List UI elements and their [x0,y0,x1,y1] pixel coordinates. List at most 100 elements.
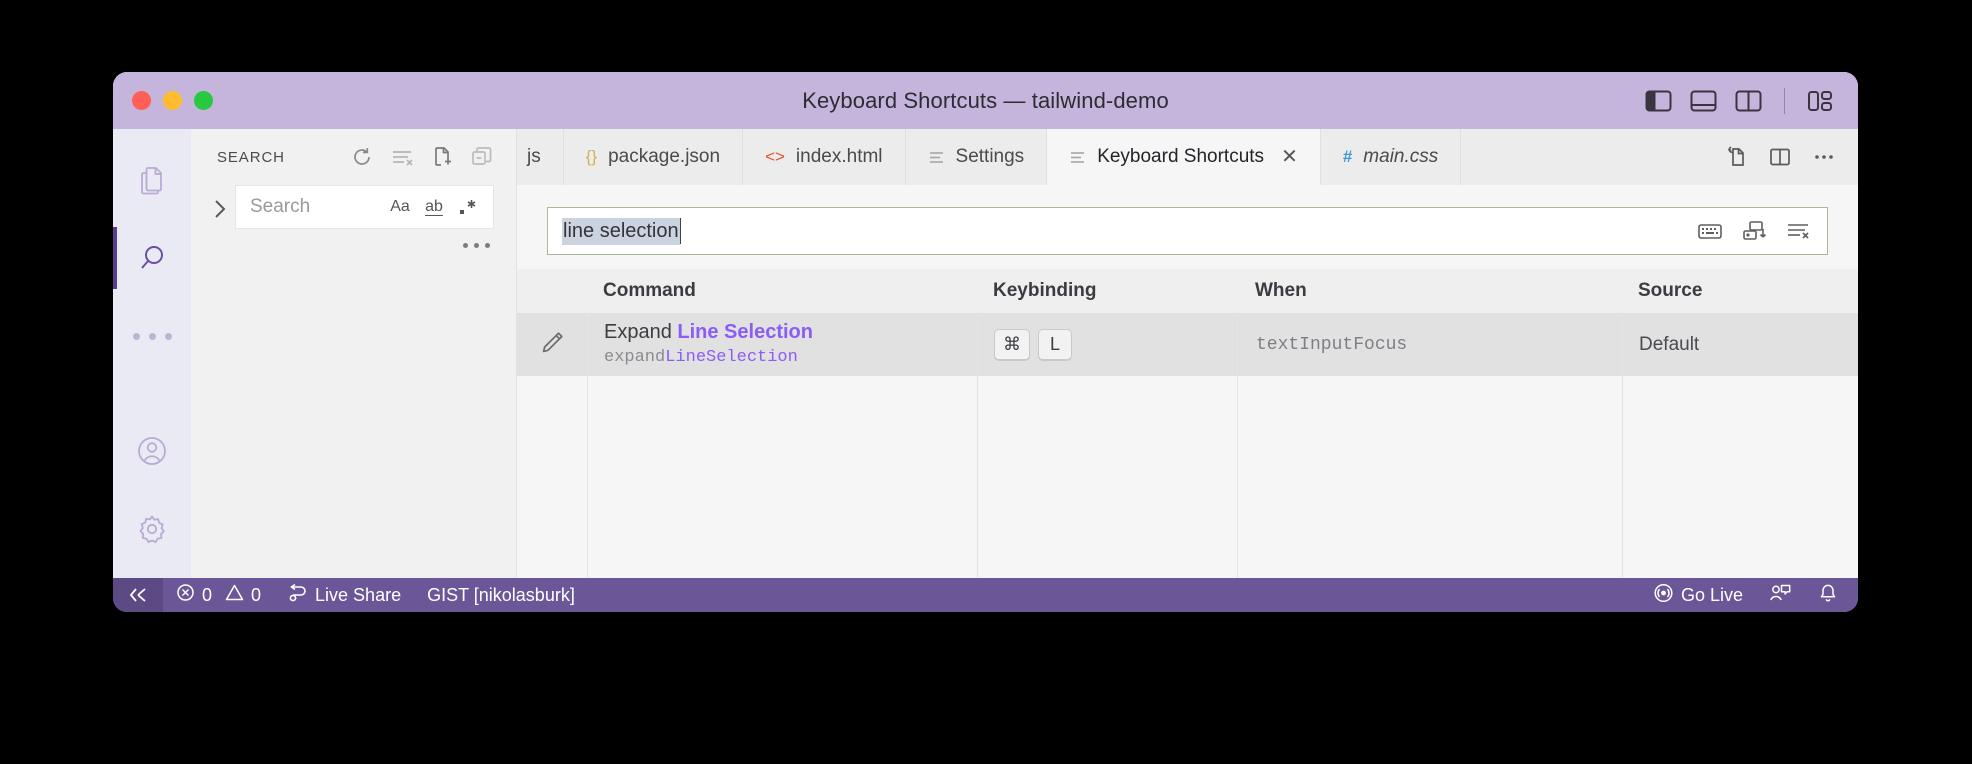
new-editor-icon[interactable] [430,145,454,169]
collapse-all-icon[interactable] [470,145,494,169]
sort-precedence-icon[interactable] [1741,219,1767,243]
toggle-search-details-icon[interactable] [205,185,235,233]
broadcast-icon [1653,583,1674,608]
clear-filter-icon[interactable] [1785,219,1811,243]
status-gist[interactable]: GIST [nikolasburk] [414,578,588,612]
editor-group: js {} package.json <> index.html Setting… [517,129,1858,578]
hide-sidebar-button[interactable] [113,578,163,612]
table-empty-area [517,376,1858,578]
tab-main-css[interactable]: # main.css [1320,129,1462,185]
search-input-placeholder: Search [250,196,311,217]
layout-controls [1645,87,1834,114]
window-title: Keyboard Shortcuts — tailwind-demo [802,87,1169,113]
keyboard-icon[interactable] [1697,219,1723,243]
command-id-match-highlight: LineSelection [665,348,798,368]
empty-gutter [517,376,587,578]
customize-layout-icon[interactable] [1807,90,1834,112]
row-gutter [517,314,587,376]
tab-label: package.json [608,146,721,167]
ellipsis-icon[interactable] [463,243,490,248]
go-live-label: Go Live [1680,584,1743,605]
close-window-button[interactable] [132,91,151,110]
sidebar-more-actions[interactable] [191,233,516,248]
activity-item-more-views[interactable] [113,297,191,375]
column-header-source[interactable]: Source [1622,280,1858,302]
css-file-icon: # [1342,147,1353,166]
cell-source: Default [1622,314,1858,376]
column-header-keybinding[interactable]: Keybinding [977,280,1237,302]
table-row[interactable]: Expand Line Selection expandLineSelectio… [517,314,1858,376]
html-file-icon: <> [765,147,785,166]
keycap-letter: L [1038,329,1072,361]
search-sidebar: SEARCH Search Aa ab [191,129,517,578]
activity-item-explorer[interactable] [113,141,191,219]
activity-item-accounts[interactable] [113,412,191,490]
clear-all-icon[interactable] [390,145,414,169]
empty-command-col [587,376,977,578]
keybindings-table: Command Keybinding When Source Expand Li… [517,269,1858,578]
tab-settings[interactable]: Settings [905,129,1048,185]
warning-count: 0 [251,584,262,605]
activity-bar [113,129,191,578]
title-bar: Keyboard Shortcuts — tailwind-demo [113,72,1858,129]
search-input[interactable]: Search Aa ab [235,185,494,229]
open-changes-icon[interactable] [1724,145,1748,169]
tab-js[interactable]: js [517,129,564,185]
files-icon [134,162,170,198]
minimize-window-button[interactable] [163,91,182,110]
status-live-share[interactable]: Live Share [274,578,414,612]
zoom-window-button[interactable] [194,91,213,110]
activity-item-manage[interactable] [113,490,191,568]
split-editor-icon[interactable] [1768,145,1792,169]
warning-icon [225,583,244,607]
status-notifications[interactable] [1805,578,1858,612]
vscode-window: Keyboard Shortcuts — tailwind-demo SEARC… [113,72,1858,612]
tab-label: Settings [955,146,1025,167]
toggle-panel-icon[interactable] [1690,90,1717,112]
tab-label: Keyboard Shortcuts [1097,146,1265,167]
keybindings-search-value: line selection [562,217,680,245]
text-caret [679,218,681,244]
tab-keyboard-shortcuts[interactable]: Keyboard Shortcuts ✕ [1047,129,1321,185]
activity-item-search[interactable] [113,219,191,297]
ellipsis-icon[interactable] [1812,145,1836,169]
tab-index-html[interactable]: <> index.html [743,129,906,185]
status-go-live[interactable]: Go Live [1640,578,1756,612]
tab-package-json[interactable]: {} package.json [563,129,744,185]
refresh-icon[interactable] [350,145,374,169]
whole-word-icon[interactable]: ab [417,192,451,222]
command-id: expandLineSelection [604,348,798,368]
sidebar-search-row: Search Aa ab [191,185,516,233]
settings-file-icon [1069,149,1086,166]
tab-bar: js {} package.json <> index.html Setting… [517,129,1858,185]
column-header-when[interactable]: When [1237,280,1622,302]
keybindings-search-input[interactable]: line selection [547,207,1828,255]
tab-label: main.css [1363,146,1439,167]
live-share-icon [287,583,308,607]
live-share-label: Live Share [315,584,402,605]
empty-source-col [1622,376,1858,578]
edit-keybinding-icon[interactable] [538,329,566,362]
ellipsis-icon [132,332,172,340]
keyboard-shortcuts-editor: line selection Command Keybinding When S… [517,185,1858,578]
status-feedback[interactable] [1756,578,1805,612]
regex-icon[interactable] [451,192,485,222]
cell-when: textInputFocus [1237,314,1622,376]
toggle-primary-sidebar-icon[interactable] [1645,90,1672,112]
layout-divider [1784,87,1785,114]
close-icon[interactable]: ✕ [1281,147,1298,167]
gist-label: GIST [nikolasburk] [427,584,575,605]
search-icon [134,240,170,276]
table-header: Command Keybinding When Source [517,269,1858,314]
source-value: Default [1639,334,1700,355]
feedback-icon [1769,583,1792,608]
status-problems[interactable]: 0 0 [163,578,274,612]
editor-actions [1702,129,1858,185]
account-icon [134,433,170,469]
empty-when-col [1237,376,1622,578]
toggle-secondary-sidebar-icon[interactable] [1735,90,1762,112]
json-file-icon: {} [585,147,598,166]
command-match-highlight: Line Selection [677,321,813,344]
column-header-command[interactable]: Command [587,280,977,302]
case-sensitive-icon[interactable]: Aa [383,192,417,222]
